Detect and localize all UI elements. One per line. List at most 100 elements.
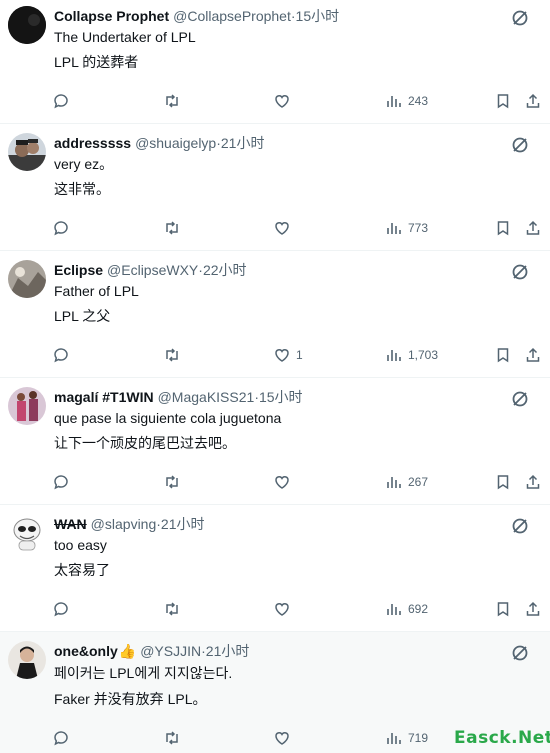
handle[interactable]: @CollapseProphet — [173, 6, 291, 26]
reply-button[interactable] — [52, 598, 70, 620]
view-count: 719 — [408, 731, 429, 745]
views-button[interactable]: 243 — [385, 90, 428, 112]
view-count: 267 — [408, 475, 429, 489]
timestamp[interactable]: 21小时 — [221, 133, 265, 153]
avatar[interactable] — [8, 514, 46, 552]
action-bar: 773 — [0, 217, 550, 239]
views-button[interactable]: 692 — [385, 598, 428, 620]
grok-icon[interactable] — [510, 262, 530, 282]
like-button[interactable] — [273, 471, 296, 493]
views-button[interactable]: 773 — [385, 217, 428, 239]
post-text-original: Father of LPL — [54, 283, 139, 299]
avatar[interactable] — [8, 6, 46, 44]
reply-icon — [54, 475, 68, 490]
post-header: WAN @slapving · 21小时 — [54, 514, 205, 534]
reply-post[interactable]: WAN @slapving · 21小时 too easy 太容易了 692 — [0, 505, 550, 632]
bookmark-button[interactable] — [494, 344, 512, 366]
handle[interactable]: @shuaigelyp — [135, 133, 216, 153]
post-text-original: very ez。 — [54, 156, 114, 172]
reply-icon — [54, 602, 68, 617]
retweet-button[interactable] — [163, 344, 181, 366]
views-icon — [387, 223, 401, 234]
reply-post[interactable]: magalí #T1WIN @MagaKISS21 · 15小时 que pas… — [0, 378, 550, 505]
bookmark-icon — [497, 221, 509, 236]
timestamp[interactable]: 21小时 — [161, 514, 205, 534]
share-button[interactable] — [524, 471, 542, 493]
retweet-icon — [166, 731, 178, 745]
post-text-translation: LPL 之父 — [54, 308, 111, 324]
like-button[interactable] — [273, 598, 296, 620]
display-name[interactable]: one&only — [54, 641, 118, 661]
views-icon — [387, 96, 401, 107]
display-name[interactable]: addresssss — [54, 133, 131, 153]
views-button[interactable]: 267 — [385, 471, 428, 493]
retweet-icon — [166, 221, 178, 235]
views-button[interactable]: 719 — [385, 727, 428, 749]
bookmark-button[interactable] — [494, 471, 512, 493]
like-button[interactable] — [273, 90, 296, 112]
display-name[interactable]: Eclipse — [54, 260, 103, 280]
bookmark-icon — [497, 602, 509, 617]
action-bar: 692 — [0, 598, 550, 620]
bookmark-button[interactable] — [494, 598, 512, 620]
heart-icon — [275, 349, 289, 362]
grok-icon[interactable] — [510, 643, 530, 663]
reply-button[interactable] — [52, 217, 70, 239]
handle[interactable]: @EclipseWXY — [107, 260, 198, 280]
view-count: 1,703 — [408, 348, 439, 362]
post-header: magalí #T1WIN @MagaKISS21 · 15小时 — [54, 387, 303, 407]
handle[interactable]: @YSJJIN — [140, 641, 201, 661]
retweet-icon — [166, 475, 178, 489]
share-button[interactable] — [524, 217, 542, 239]
grok-icon[interactable] — [510, 516, 530, 536]
post-text-translation: 让下一个顽皮的尾巴过去吧。 — [54, 435, 236, 451]
bookmark-button[interactable] — [494, 90, 512, 112]
retweet-button[interactable] — [163, 727, 181, 749]
like-button[interactable] — [273, 217, 296, 239]
grok-icon[interactable] — [510, 135, 530, 155]
retweet-button[interactable] — [163, 471, 181, 493]
display-name[interactable]: Collapse Prophet — [54, 6, 169, 26]
display-name[interactable]: WAN — [54, 514, 87, 534]
timestamp[interactable]: 15小时 — [296, 6, 340, 26]
views-icon — [387, 477, 401, 488]
share-button[interactable] — [524, 90, 542, 112]
action-bar: 1 1,703 — [0, 344, 550, 366]
reply-icon — [54, 221, 68, 236]
like-button[interactable] — [273, 727, 296, 749]
retweet-button[interactable] — [163, 598, 181, 620]
reply-button[interactable] — [52, 90, 70, 112]
heart-icon — [275, 603, 289, 616]
post-text-original: 페이커는 LPL에게 지지않는다. — [54, 665, 233, 681]
grok-icon[interactable] — [510, 389, 530, 409]
reply-button[interactable] — [52, 471, 70, 493]
display-name[interactable]: magalí #T1WIN — [54, 387, 154, 407]
grok-icon[interactable] — [510, 8, 530, 28]
avatar[interactable] — [8, 387, 46, 425]
timestamp[interactable]: 22小时 — [203, 260, 247, 280]
retweet-icon — [166, 94, 178, 108]
action-bar: 243 — [0, 90, 550, 112]
timestamp[interactable]: 15小时 — [259, 387, 303, 407]
share-button[interactable] — [524, 598, 542, 620]
reply-post[interactable]: Collapse Prophet @CollapseProphet · 15小时… — [0, 0, 550, 124]
retweet-icon — [166, 348, 178, 362]
reply-post[interactable]: addresssss @shuaigelyp · 21小时 very ez。 这… — [0, 124, 550, 251]
reply-post[interactable]: Eclipse @EclipseWXY · 22小时 Father of LPL… — [0, 251, 550, 378]
handle[interactable]: @slapving — [91, 514, 157, 534]
like-button[interactable]: 1 — [273, 344, 303, 366]
timestamp[interactable]: 21小时 — [206, 641, 250, 661]
avatar[interactable] — [8, 133, 46, 171]
views-button[interactable]: 1,703 — [385, 344, 438, 366]
post-text-translation: 这非常。 — [54, 181, 110, 197]
retweet-button[interactable] — [163, 217, 181, 239]
bookmark-button[interactable] — [494, 217, 512, 239]
share-icon — [526, 347, 540, 362]
share-button[interactable] — [524, 344, 542, 366]
reply-button[interactable] — [52, 727, 70, 749]
handle[interactable]: @MagaKISS21 — [158, 387, 255, 407]
avatar[interactable] — [8, 641, 46, 679]
retweet-button[interactable] — [163, 90, 181, 112]
avatar[interactable] — [8, 260, 46, 298]
reply-button[interactable] — [52, 344, 70, 366]
